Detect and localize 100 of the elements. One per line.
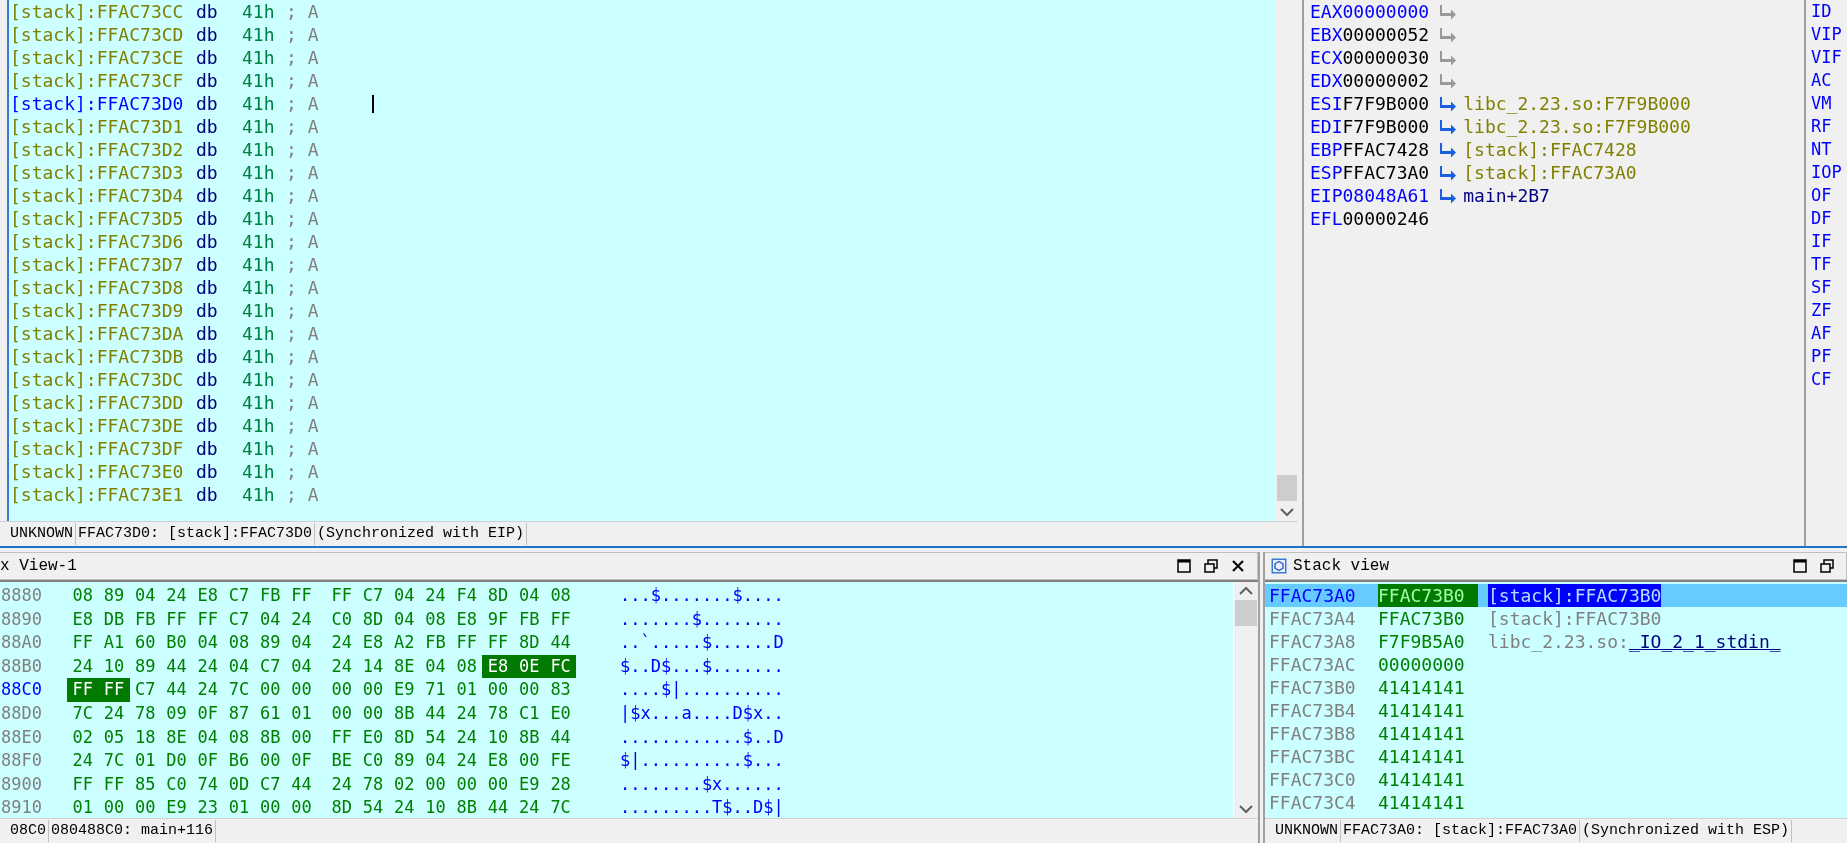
hex-byte[interactable]: 04 (513, 584, 545, 608)
hex-byte[interactable]: 10 (98, 654, 130, 679)
hex-byte[interactable]: 8D (326, 796, 358, 818)
hex-byte[interactable]: 04 (192, 725, 224, 750)
hex-byte[interactable]: 01 (285, 701, 318, 726)
hex-byte[interactable]: FC (545, 654, 577, 679)
hex-byte[interactable]: 89 (129, 654, 161, 679)
hex-byte[interactable]: 24 (192, 654, 224, 679)
hex-byte[interactable]: FB (513, 607, 545, 632)
jump-arrow-icon[interactable] (1439, 118, 1458, 135)
hex-byte[interactable]: 00 (451, 772, 483, 797)
hex-byte[interactable]: 01 (67, 796, 99, 818)
register-value[interactable]: 00000030 (1342, 46, 1430, 69)
scroll-up-icon[interactable] (1239, 586, 1253, 596)
hex-byte[interactable]: 02 (67, 725, 99, 750)
hex-byte[interactable]: B0 (160, 631, 193, 655)
register-value[interactable]: F7F9B000 (1342, 115, 1430, 138)
register-value[interactable]: 00000002 (1342, 69, 1430, 92)
hex-byte[interactable]: 24 (285, 607, 318, 632)
register-value[interactable]: 00000246 (1342, 207, 1430, 230)
stack-row[interactable]: FFAC73B8 41414141 (1265, 722, 1847, 745)
hex-byte[interactable]: 61 (254, 701, 286, 726)
stack-row[interactable]: FFAC73B0 41414141 (1265, 676, 1847, 699)
stack-row[interactable]: FFAC73A0 FFAC73B0 [stack]:FFAC73B0 (1265, 584, 1847, 607)
hex-byte[interactable]: FF (285, 584, 318, 608)
hex-byte[interactable]: 04 (419, 749, 452, 773)
hex-byte[interactable]: 00 (285, 796, 318, 818)
hex-byte[interactable]: 23 (192, 796, 224, 818)
hex-byte[interactable]: 00 (326, 701, 358, 726)
hex-byte[interactable]: D0 (160, 749, 193, 773)
hex-byte[interactable]: 00 (129, 796, 161, 818)
hex-byte[interactable]: 24 (326, 654, 358, 679)
hex-byte[interactable]: 8D (482, 584, 514, 608)
hex-byte[interactable]: 44 (160, 678, 193, 702)
hex-byte[interactable]: 0D (223, 772, 255, 797)
stack-row[interactable]: FFAC73C4 41414141 (1265, 791, 1847, 814)
hex-byte[interactable]: E9 (513, 772, 545, 797)
stack-row[interactable]: FFAC73C0 41414141 (1265, 768, 1847, 791)
hex-byte[interactable]: 7C (545, 796, 577, 818)
hex-byte[interactable]: 00 (513, 749, 545, 773)
hex-byte[interactable]: 8B (451, 796, 483, 818)
hex-byte[interactable]: 24 (513, 796, 545, 818)
hex-byte[interactable]: FF (67, 772, 99, 797)
hex-byte[interactable]: 24 (98, 701, 130, 726)
hex-byte[interactable]: FF (98, 678, 130, 702)
hex-byte[interactable]: 44 (545, 725, 577, 750)
hex-byte[interactable]: FB (129, 607, 161, 632)
hex-byte[interactable]: 08 (451, 654, 483, 679)
hex-byte[interactable]: 24 (160, 584, 193, 608)
hex-byte[interactable]: 0E (513, 654, 545, 679)
hex-byte[interactable]: 24 (451, 725, 483, 750)
hex-byte[interactable]: 24 (326, 772, 358, 797)
hex-byte[interactable]: 44 (285, 772, 318, 797)
hex-byte[interactable]: 04 (192, 631, 224, 655)
hex-byte[interactable]: 78 (129, 701, 161, 726)
hex-byte[interactable]: 8E (160, 725, 193, 750)
hex-byte[interactable]: 02 (388, 772, 420, 797)
hex-byte[interactable]: 01 (451, 678, 483, 702)
hex-byte[interactable]: 78 (482, 701, 514, 726)
stack-row[interactable]: FFAC73A8 F7F9B5A0 libc_2.23.so:_IO_2_1_stdin_ (1265, 630, 1847, 653)
hex-byte[interactable]: E8 (357, 631, 389, 655)
hex-byte[interactable]: 54 (357, 796, 389, 818)
register-value[interactable]: FFAC7428 (1342, 138, 1430, 161)
hex-byte[interactable]: 85 (129, 772, 161, 797)
hex-byte[interactable]: 00 (285, 678, 318, 702)
hex-byte[interactable]: FF (326, 584, 358, 608)
hex-byte[interactable]: 04 (129, 584, 161, 608)
hex-byte[interactable]: 89 (388, 749, 420, 773)
register-value[interactable]: 00000052 (1342, 23, 1430, 46)
stack-row[interactable]: FFAC73AC 00000000 (1265, 653, 1847, 676)
hex-byte[interactable]: 00 (513, 678, 545, 702)
hex-byte[interactable]: 08 (223, 725, 255, 750)
scrollbar-thumb[interactable] (1277, 475, 1297, 501)
scroll-down-icon[interactable] (1280, 507, 1294, 517)
hex-byte[interactable]: E8 (67, 607, 99, 632)
hex-byte[interactable]: 00 (482, 678, 514, 702)
hex-byte[interactable]: 9F (482, 607, 514, 632)
hex-byte[interactable]: FF (482, 631, 514, 655)
hex-byte[interactable]: 24 (67, 749, 99, 773)
hex-byte[interactable]: 00 (254, 678, 286, 702)
hex-byte[interactable]: 74 (192, 772, 224, 797)
hex-byte[interactable]: F4 (451, 584, 483, 608)
hex-byte[interactable]: 24 (451, 701, 483, 726)
hex-byte[interactable]: FF (451, 631, 483, 655)
hex-byte[interactable]: 00 (482, 772, 514, 797)
hex-byte[interactable]: 24 (326, 631, 358, 655)
hex-byte[interactable]: FE (545, 749, 577, 773)
hex-byte[interactable]: 7C (98, 749, 130, 773)
hex-byte[interactable]: BE (326, 749, 358, 773)
hex-byte[interactable]: 44 (419, 701, 452, 726)
hex-byte[interactable]: 00 (326, 678, 358, 702)
hex-byte[interactable]: 10 (419, 796, 452, 818)
hex-byte[interactable]: 04 (223, 654, 255, 679)
hex-byte[interactable]: FF (192, 607, 224, 632)
hex-byte[interactable]: FF (326, 725, 358, 750)
hex-byte[interactable]: C0 (160, 772, 193, 797)
hex-byte[interactable]: 8D (357, 607, 389, 632)
hex-byte[interactable]: 24 (419, 584, 452, 608)
hex-byte[interactable]: 08 (67, 584, 99, 608)
hex-byte[interactable]: E0 (357, 725, 389, 750)
